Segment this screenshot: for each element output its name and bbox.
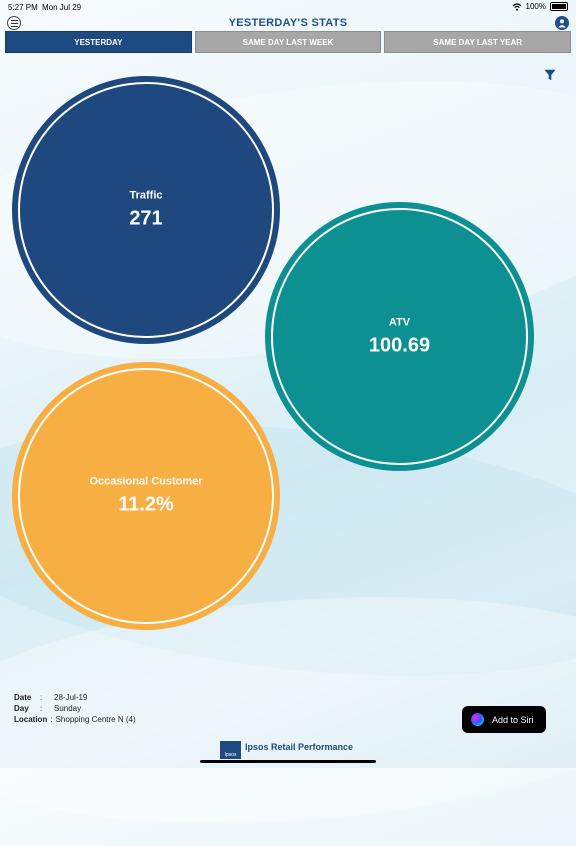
info-key: Date [14,693,32,702]
ipsos-logo: Ipsos [220,741,241,759]
info-value: Sunday [54,704,82,713]
tab-same-day-last-week[interactable]: SAME DAY LAST WEEK [194,31,382,53]
logo-text: Ipsos [224,752,237,758]
info-value: 28-Jul-19 [54,693,88,702]
brand-name: Ipsos Retail Performance [245,742,354,752]
wifi-icon [512,2,521,11]
info-key: Day [14,704,29,713]
status-date: Mon Jul 29 [42,3,82,12]
tab-yesterday[interactable]: YESTERDAY [5,31,192,53]
info-key: Location [14,715,48,724]
top-bar: YESTERDAY'S STATS [0,14,576,32]
metric-label: Traffic [129,189,163,202]
period-tabs: YESTERDAY SAME DAY LAST WEEK SAME DAY LA… [5,31,572,53]
siri-icon [471,713,484,726]
metric-label: ATV [388,316,411,328]
atv-bubble[interactable]: ATV 100.69 [265,202,534,471]
info-separator: : [40,704,43,713]
filter-icon[interactable] [544,69,556,81]
home-indicator[interactable] [200,760,376,763]
info-row-day: Day : Sunday [14,703,136,714]
info-row-location: Location : Shopping Centre N (4) [14,714,136,725]
bubble-content: ATV 100.69 [265,316,534,357]
info-separator: : [40,693,43,702]
bubble-content: Traffic 271 [12,190,280,231]
bubble-content: Occasional Customer 11.2% [12,476,280,517]
metric-value: 271 [129,207,163,230]
info-row-date: Date : 28-Jul-19 [14,692,136,703]
info-value: Shopping Centre N (4) [55,715,136,724]
metric-value: 11.2% [118,493,174,516]
battery-percent: 100% [525,2,546,11]
store-info: Date : 28-Jul-19 Day : Sunday Location :… [14,692,136,725]
tab-same-day-last-year[interactable]: SAME DAY LAST YEAR [384,31,572,53]
status-time: 5:27 PM [8,3,38,12]
page-title: YESTERDAY'S STATS [228,17,348,29]
traffic-bubble[interactable]: Traffic 271 [12,76,280,344]
user-icon [558,19,566,28]
footer-brand: Ipsos Ipsos Retail Performance [220,741,353,759]
metric-label: Occasional Customer [89,475,203,488]
battery-icon [550,2,568,11]
metric-value: 100.69 [368,334,431,356]
user-button[interactable] [555,16,569,30]
status-right: 100% [512,2,568,11]
add-to-siri-button[interactable]: Add to Siri [462,706,546,733]
add-to-siri-label: Add to Siri [492,714,534,725]
info-separator: : [50,715,53,724]
occasional-customer-bubble[interactable]: Occasional Customer 11.2% [12,362,280,630]
status-bar: 5:27 PM Mon Jul 29 100% [0,0,576,14]
